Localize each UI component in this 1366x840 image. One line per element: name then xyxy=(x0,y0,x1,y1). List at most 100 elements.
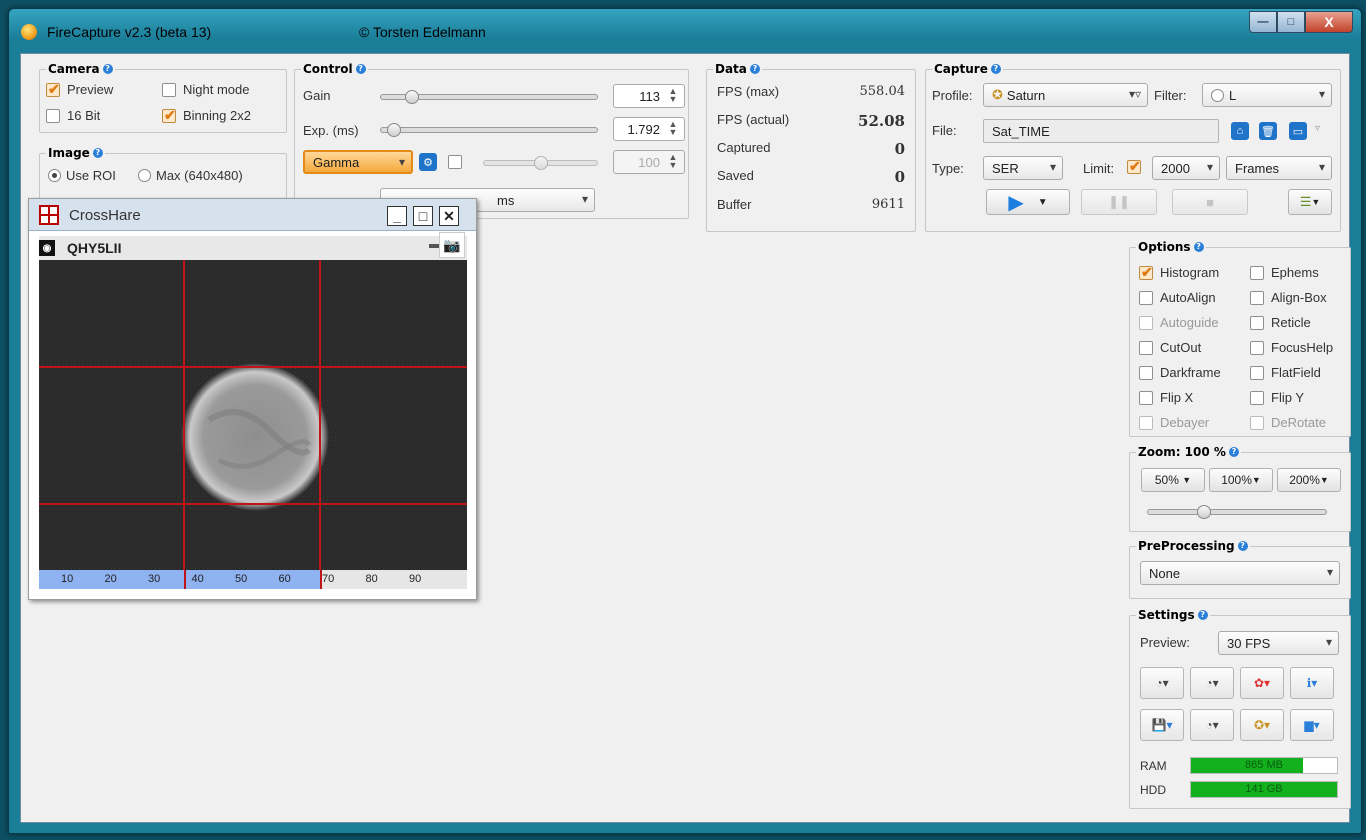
gain-slider[interactable] xyxy=(380,90,598,104)
checkbox-icon[interactable] xyxy=(1139,390,1153,405)
gamma-slider[interactable] xyxy=(483,156,598,170)
radio-icon[interactable] xyxy=(138,169,151,182)
capture-list-button[interactable]: ☰ ▼ xyxy=(1288,189,1332,215)
home-folder-icon[interactable]: ⌂ xyxy=(1231,122,1249,140)
binning-checkbox[interactable]: Binning 2x2 xyxy=(162,107,251,124)
spinner-arrows-icon[interactable]: ▲ ▼ xyxy=(665,153,681,171)
checkbox-icon[interactable] xyxy=(1250,290,1264,305)
spinner-arrows-icon[interactable]: ▲ ▼ xyxy=(665,120,681,138)
crosshare-minimize-button[interactable]: _ xyxy=(387,206,407,226)
zoom-slider-thumb[interactable] xyxy=(1197,505,1212,519)
preview-fps-select[interactable]: 30 FPS ▾ xyxy=(1218,631,1339,655)
checkbox-icon[interactable] xyxy=(1250,415,1264,430)
checkbox-icon[interactable] xyxy=(162,82,176,97)
night-mode-checkbox[interactable]: Night mode xyxy=(162,82,249,97)
help-icon[interactable]: ? xyxy=(1193,242,1204,252)
checkbox-icon[interactable] xyxy=(1139,340,1153,355)
save-settings-button[interactable]: 💾▾ xyxy=(1140,709,1184,741)
pause-capture-button[interactable]: ❚❚ xyxy=(1081,189,1157,215)
help-icon[interactable]: ? xyxy=(102,64,113,74)
stop-capture-button[interactable]: ■ xyxy=(1172,189,1248,215)
preview-checkbox[interactable]: Preview xyxy=(46,81,113,98)
color-wheel-button[interactable]: ✿▾ xyxy=(1240,667,1284,699)
option-ephems[interactable]: Ephems xyxy=(1250,265,1319,280)
checkbox-icon[interactable] xyxy=(1139,415,1153,430)
gear-icon[interactable]: ⚙ xyxy=(419,153,437,171)
maximize-button[interactable]: □ xyxy=(1277,11,1305,33)
gauge-settings-button-2[interactable]: ◔▾ xyxy=(1190,667,1234,699)
help-icon[interactable]: ? xyxy=(990,64,1001,74)
help-icon[interactable]: ? xyxy=(1228,447,1239,457)
checkbox-icon[interactable] xyxy=(1250,390,1264,405)
exposure-slider-thumb[interactable] xyxy=(387,123,402,137)
option-align-box[interactable]: Align-Box xyxy=(1250,290,1327,305)
minimize-button[interactable]: — xyxy=(1249,11,1277,33)
use-roi-radio[interactable]: Use ROI xyxy=(48,168,116,183)
option-flatfield[interactable]: FlatField xyxy=(1250,365,1321,380)
help-icon[interactable]: ? xyxy=(749,64,760,74)
gamma-slider-thumb[interactable] xyxy=(533,156,548,170)
option-derotate[interactable]: DeRotate xyxy=(1250,415,1326,430)
exposure-spinner[interactable]: 1.792 ▲ ▼ xyxy=(613,117,685,141)
checkbox-icon[interactable] xyxy=(1139,290,1153,305)
gauge-settings-button-1[interactable]: ◔▾ xyxy=(1140,667,1184,699)
checkbox-checked-icon[interactable] xyxy=(162,107,176,124)
snapshot-camera-icon[interactable]: 📷 xyxy=(439,232,465,258)
camera-preview[interactable] xyxy=(39,260,467,570)
checkbox-icon[interactable] xyxy=(1250,365,1264,380)
exposure-slider[interactable] xyxy=(380,123,598,137)
radio-selected-icon[interactable] xyxy=(48,169,61,182)
option-flip-y[interactable]: Flip Y xyxy=(1250,390,1304,405)
gain-spinner[interactable]: 113 ▲ ▼ xyxy=(613,84,685,108)
crosshare-maximize-button[interactable]: □ xyxy=(413,206,433,226)
gamma-select[interactable]: Gamma ▾ xyxy=(303,150,413,174)
help-icon[interactable]: ? xyxy=(92,148,103,158)
help-icon[interactable]: ? xyxy=(1197,610,1208,620)
checkbox-checked-icon[interactable] xyxy=(46,81,60,98)
max-radio[interactable]: Max (640x480) xyxy=(138,168,243,183)
option-darkframe[interactable]: Darkframe xyxy=(1139,365,1221,380)
option-flip-x[interactable]: Flip X xyxy=(1139,390,1193,405)
profile-select[interactable]: ✪ Saturn ▾▿ xyxy=(983,83,1148,107)
gain-slider-thumb[interactable] xyxy=(405,90,420,104)
limit-select[interactable]: 2000 ▾ xyxy=(1152,156,1220,180)
gamma-auto-checkbox[interactable] xyxy=(448,155,462,169)
filter-select[interactable]: L ▾ xyxy=(1202,83,1332,107)
checkbox-icon[interactable] xyxy=(1250,265,1264,280)
checkbox-icon[interactable] xyxy=(1250,315,1264,330)
option-autoguide[interactable]: Autoguide xyxy=(1139,315,1219,330)
help-icon[interactable]: ? xyxy=(1237,541,1248,551)
checkbox-icon[interactable] xyxy=(46,108,60,123)
help-icon[interactable]: ? xyxy=(355,64,366,74)
file-input[interactable]: Sat_TIME xyxy=(983,119,1219,143)
crosshare-window[interactable]: CrossHare _ □ ✕ ◉ QHY5LII 📷 10 20 30 40 … xyxy=(28,198,477,600)
option-focushelp[interactable]: FocusHelp xyxy=(1250,340,1333,355)
crosshare-close-button[interactable]: ✕ xyxy=(439,206,459,226)
info-settings-button[interactable]: ℹ▾ xyxy=(1290,667,1334,699)
limit-checkbox[interactable] xyxy=(1127,158,1141,175)
zoom-50-button[interactable]: 50% ▼ xyxy=(1141,468,1205,492)
option-reticle[interactable]: Reticle xyxy=(1250,315,1311,330)
spinner-arrows-icon[interactable]: ▲ ▼ xyxy=(665,87,681,105)
checkbox-checked-icon[interactable] xyxy=(1139,264,1153,281)
gamma-spinner[interactable]: 100 ▲ ▼ xyxy=(613,150,685,174)
planet-settings-button[interactable]: ✪▾ xyxy=(1240,709,1284,741)
option-autoalign[interactable]: AutoAlign xyxy=(1139,290,1216,305)
delete-icon[interactable]: 🗑 xyxy=(1259,122,1277,140)
histogram-settings-button[interactable]: ▆▾ xyxy=(1290,709,1334,741)
option-histogram[interactable]: Histogram xyxy=(1139,264,1219,281)
zoom-slider[interactable] xyxy=(1147,505,1327,519)
limit-unit-select[interactable]: Frames ▾ xyxy=(1226,156,1332,180)
close-button[interactable]: X xyxy=(1305,11,1353,33)
minimize-bar-icon[interactable] xyxy=(429,244,439,248)
bit16-checkbox[interactable]: 16 Bit xyxy=(46,108,100,123)
option-cutout[interactable]: CutOut xyxy=(1139,340,1201,355)
checkbox-icon[interactable] xyxy=(1139,365,1153,380)
crosshare-title-bar[interactable]: CrossHare _ □ ✕ xyxy=(29,199,476,231)
zoom-200-button[interactable]: 200% ▼ xyxy=(1277,468,1341,492)
window-icon[interactable]: ▭ xyxy=(1289,122,1307,140)
dropdown-small-icon[interactable]: ▿ xyxy=(1315,123,1320,134)
preprocessing-select[interactable]: None ▾ xyxy=(1140,561,1340,585)
checkbox-icon[interactable] xyxy=(1139,315,1153,330)
start-capture-button[interactable]: ▶ ▼ xyxy=(986,189,1070,215)
